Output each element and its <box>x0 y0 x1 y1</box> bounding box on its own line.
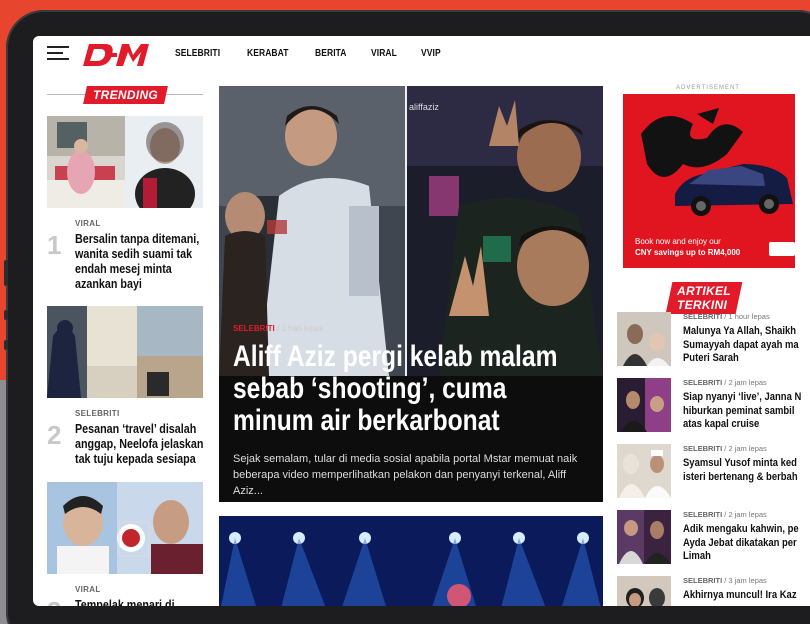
trending-label: TRENDING <box>83 86 168 104</box>
tablet-side-button <box>4 340 8 350</box>
latest-article-item[interactable]: SELEBRITI / 2 jam lepas Syamsul Yusof mi… <box>617 444 810 500</box>
trending-rank: 2 <box>47 420 62 450</box>
ad-cta-button[interactable] <box>769 242 795 256</box>
latest-article-title[interactable]: Akhirnya muncul! Ira Kaz <box>683 589 797 603</box>
latest-articles-label: ARTIKEL TERKINI <box>665 282 743 314</box>
trending-category: VIRAL <box>75 585 101 594</box>
trending-category: SELEBRITI <box>75 409 120 418</box>
main-nav: SELEBRITI KERABAT BERITA VIRAL VVIP <box>175 48 444 59</box>
latest-article-thumbnail[interactable] <box>617 312 671 366</box>
trending-item[interactable]: VIRAL 3 Tempelak menari di <box>47 482 203 606</box>
latest-article-meta: SELEBRITI / 2 jam lepas <box>683 444 767 453</box>
website-screen: SELEBRITI KERABAT BERITA VIRAL VVIP TREN… <box>33 36 810 606</box>
latest-article-meta: SELEBRITI / 3 jam lepas <box>683 576 767 585</box>
latest-article-thumbnail[interactable] <box>617 576 671 606</box>
nav-item-kerabat[interactable]: KERABAT <box>247 48 289 59</box>
latest-article-title[interactable]: Syamsul Yusof minta ked isteri bertenang… <box>683 457 798 484</box>
latest-article-thumbnail[interactable] <box>617 378 671 432</box>
latest-article-meta: SELEBRITI / 1 hour lepas <box>683 312 770 321</box>
hamburger-icon[interactable] <box>47 46 69 62</box>
latest-article-title[interactable]: Malunya Ya Allah, Shaikh Sumayyah dapat … <box>683 325 799 366</box>
latest-article-thumbnail[interactable] <box>617 510 671 564</box>
latest-article-item[interactable]: SELEBRITI / 1 hour lepas Malunya Ya Alla… <box>617 312 810 368</box>
latest-article-title[interactable]: Adik mengaku kahwin, pe Ayda Jebat dikat… <box>683 523 799 564</box>
article-title[interactable]: Aliff Aziz pergi kelab malam sebab ‘shoo… <box>233 341 557 437</box>
latest-article-item[interactable]: SELEBRITI / 2 jam lepas Adik mengaku kah… <box>617 510 810 566</box>
trending-header: TRENDING <box>47 86 203 104</box>
ad-copy: Book now and enjoy our CNY savings up to… <box>635 237 741 257</box>
trending-category: VIRAL <box>75 219 101 228</box>
advertisement-banner[interactable]: Book now and enjoy our CNY savings up to… <box>623 94 795 268</box>
latest-article-item[interactable]: SELEBRITI / 3 jam lepas Akhirnya muncul!… <box>617 576 810 606</box>
latest-article-meta: SELEBRITI / 2 jam lepas <box>683 510 767 519</box>
trending-title[interactable]: Bersalin tanpa ditemani, wanita sedih su… <box>75 232 199 292</box>
trending-title[interactable]: Pesanan ‘travel’ disalah anggap, Neelofa… <box>75 422 203 467</box>
trending-thumbnail[interactable] <box>47 482 203 574</box>
featured-article[interactable]: aliffaziz SELEBRITI / 1 hari lepas Aliff… <box>219 86 603 502</box>
latest-article-thumbnail[interactable] <box>617 444 671 498</box>
latest-article-meta: SELEBRITI / 2 jam lepas <box>683 378 767 387</box>
latest-article-title[interactable]: Siap nyanyi ‘live’, Janna N hiburkan pem… <box>683 391 801 432</box>
secondary-article-image[interactable] <box>219 516 603 606</box>
latest-article-item[interactable]: SELEBRITI / 2 jam lepas Siap nyanyi ‘liv… <box>617 378 810 434</box>
article-excerpt: Sejak semalam, tular di media sosial apa… <box>233 453 578 497</box>
trending-item[interactable]: VIRAL 1 Bersalin tanpa ditemani, wanita … <box>47 116 203 292</box>
article-category[interactable]: SELEBRITI <box>233 324 275 333</box>
trending-item[interactable]: SELEBRITI 2 Pesanan ‘travel’ disalah ang… <box>47 306 203 467</box>
site-logo[interactable] <box>83 42 153 68</box>
article-time: 1 hari lepas <box>281 324 323 333</box>
site-header: SELEBRITI KERABAT BERITA VIRAL VVIP <box>33 36 810 74</box>
nav-item-berita[interactable]: BERITA <box>315 48 347 59</box>
trending-thumbnail[interactable] <box>47 116 203 208</box>
advertisement-label: ADVERTISEMENT <box>676 85 740 91</box>
tablet-side-button <box>4 260 8 286</box>
trending-rank: 3 <box>47 598 75 606</box>
article-meta: SELEBRITI / 1 hari lepas <box>233 324 323 333</box>
tablet-side-button <box>4 310 8 320</box>
trending-rank: 1 <box>47 230 62 260</box>
nav-item-viral[interactable]: VIRAL <box>371 48 397 59</box>
trending-title[interactable]: Tempelak menari di <box>75 598 185 606</box>
nav-item-vvip[interactable]: VVIP <box>421 48 441 59</box>
photo-caption: aliffaziz <box>409 102 439 112</box>
nav-item-selebriti[interactable]: SELEBRITI <box>175 48 220 59</box>
trending-thumbnail[interactable] <box>47 306 203 398</box>
